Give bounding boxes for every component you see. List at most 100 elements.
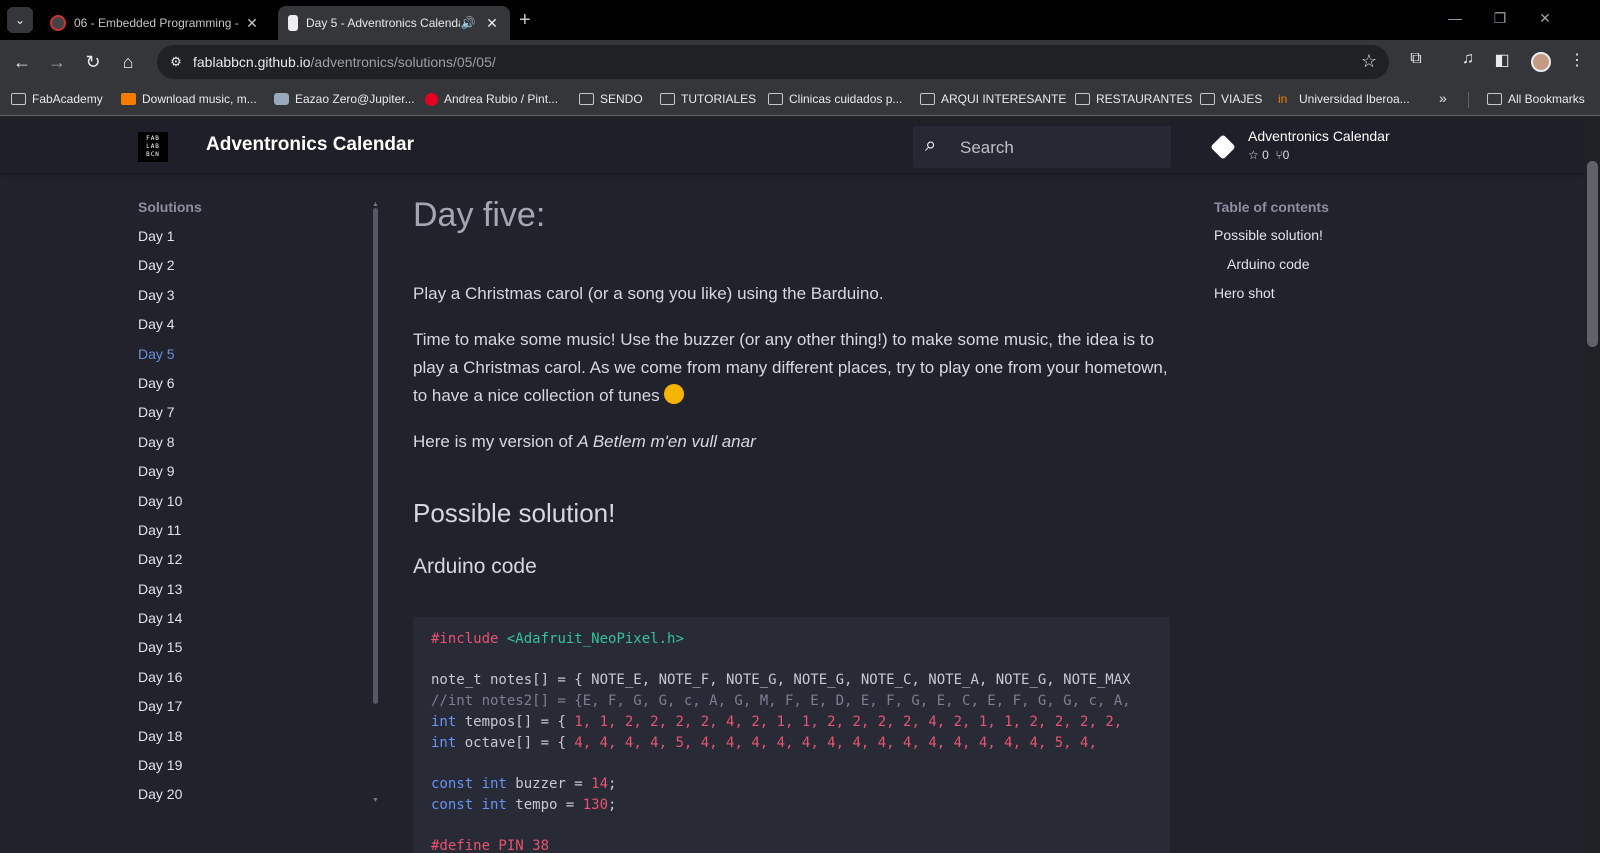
sidebar-item-day-12[interactable]: Day 12 bbox=[138, 550, 368, 579]
sidebar-item-day-6[interactable]: Day 6 bbox=[138, 374, 368, 403]
sidebar-item-day-2[interactable]: Day 2 bbox=[138, 256, 368, 285]
folder-icon bbox=[11, 93, 26, 105]
nav-scroll-up-icon[interactable]: ▲ bbox=[372, 201, 379, 208]
bookmark-clinicas[interactable]: Clinicas cuidados p... bbox=[768, 92, 902, 106]
song-title: A Betlem m'en vull anar bbox=[577, 432, 756, 451]
bookmark-fabacademy[interactable]: FabAcademy bbox=[11, 92, 103, 106]
version-prefix: Here is my version of bbox=[413, 432, 578, 451]
bookmark-viajes[interactable]: VIAJES bbox=[1200, 92, 1262, 106]
bookmark-label: Universidad Iberoa... bbox=[1299, 92, 1410, 106]
bookmark-download-music[interactable]: Download music, m... bbox=[121, 92, 257, 106]
toc-item[interactable]: Arduino code bbox=[1214, 256, 1329, 285]
fork-icon: ⑂ bbox=[1275, 148, 1283, 162]
bookmark-arqui[interactable]: ARQUI INTERESANTE bbox=[920, 92, 1066, 106]
tab-search-button[interactable]: ⌄ bbox=[7, 7, 33, 33]
new-tab-button[interactable]: + bbox=[519, 9, 531, 32]
search-input[interactable]: Search bbox=[960, 138, 1014, 158]
code-block[interactable]: #include <Adafruit_NeoPixel.h> note_t no… bbox=[413, 617, 1170, 853]
forward-icon[interactable]: → bbox=[45, 50, 69, 74]
bookmark-ibero[interactable]: in Universidad Iberoa... bbox=[1278, 92, 1410, 106]
blogger-icon bbox=[121, 93, 136, 105]
sidebar-item-day-3[interactable]: Day 3 bbox=[138, 286, 368, 315]
address-bar[interactable]: ⚙ fablabbcn.github.io/adventronics/solut… bbox=[157, 45, 1389, 79]
bookmark-eazao[interactable]: Eazao Zero@Jupiter... bbox=[274, 92, 415, 106]
close-window-icon[interactable]: ✕ bbox=[1535, 10, 1555, 27]
bookmark-restaurantes[interactable]: RESTAURANTES bbox=[1075, 92, 1192, 106]
code-number: 130 bbox=[582, 796, 609, 813]
bookmark-label: Clinicas cuidados p... bbox=[789, 92, 903, 106]
nav-scrollbar[interactable] bbox=[373, 208, 378, 704]
close-tab-icon[interactable]: ✕ bbox=[484, 15, 500, 32]
bookmark-label: Eazao Zero@Jupiter... bbox=[295, 92, 415, 106]
sidebar-item-day-10[interactable]: Day 10 bbox=[138, 492, 368, 521]
sidebar-item-day-13[interactable]: Day 13 bbox=[138, 580, 368, 609]
sidebar-item-day-19[interactable]: Day 19 bbox=[138, 756, 368, 785]
site-info-icon[interactable]: ⚙ bbox=[167, 53, 185, 71]
code-numbers: 1, 1, 2, 2, 2, 2, 4, 2, 1, 1, 2, 2, 2, 2… bbox=[565, 713, 1123, 730]
restore-icon[interactable]: ❐ bbox=[1490, 10, 1510, 27]
more-bookmarks-icon[interactable]: » bbox=[1439, 90, 1447, 106]
body-text: Time to make some music! Use the buzzer … bbox=[413, 330, 1168, 405]
sidebar-item-day-7[interactable]: Day 7 bbox=[138, 403, 368, 432]
page-scrollbar[interactable] bbox=[1585, 121, 1600, 853]
sidebar-item-day-5[interactable]: Day 5 bbox=[138, 345, 368, 374]
folder-icon bbox=[1200, 93, 1215, 105]
close-tab-icon[interactable]: ✕ bbox=[244, 15, 260, 32]
code-token: <Adafruit_NeoPixel.h> bbox=[506, 631, 684, 647]
back-icon[interactable]: ← bbox=[10, 50, 34, 74]
folder-icon bbox=[920, 93, 935, 105]
profile-avatar[interactable] bbox=[1531, 52, 1551, 72]
bookmark-label: Andrea Rubio / Pint... bbox=[444, 92, 559, 106]
repo-name: Adventronics Calendar bbox=[1248, 128, 1390, 144]
site-title[interactable]: Adventronics Calendar bbox=[206, 134, 414, 156]
sidebar-item-day-8[interactable]: Day 8 bbox=[138, 433, 368, 462]
speaker-icon[interactable]: 🔊 bbox=[460, 16, 476, 30]
browser-toolbar: ← → ↻ ⌂ ⚙ fablabbcn.github.io/adventroni… bbox=[0, 40, 1600, 84]
sidebar-item-day-17[interactable]: Day 17 bbox=[138, 697, 368, 726]
bookmark-label: ARQUI INTERESANTE bbox=[941, 92, 1067, 106]
page-title: Day five: bbox=[413, 196, 546, 234]
heading-possible-solution: Possible solution! bbox=[413, 498, 616, 528]
sidebar-item-day-16[interactable]: Day 16 bbox=[138, 668, 368, 697]
toc-item[interactable]: Hero shot bbox=[1214, 285, 1329, 314]
logo-line: LAB bbox=[146, 143, 160, 150]
sidebar-item-day-18[interactable]: Day 18 bbox=[138, 727, 368, 756]
bookmark-pinterest[interactable]: Andrea Rubio / Pint... bbox=[425, 92, 558, 106]
sidebar-item-day-9[interactable]: Day 9 bbox=[138, 462, 368, 491]
scrollbar-thumb[interactable] bbox=[1587, 161, 1598, 347]
menu-icon[interactable]: ⋮ bbox=[1565, 50, 1589, 70]
sidebar-item-day-4[interactable]: Day 4 bbox=[138, 315, 368, 344]
bookmark-star-icon[interactable]: ☆ bbox=[1361, 51, 1377, 72]
home-icon[interactable]: ⌂ bbox=[116, 50, 140, 74]
sidebar-item-day-20[interactable]: Day 20 bbox=[138, 785, 368, 814]
folder-icon bbox=[1075, 93, 1090, 105]
folder-icon bbox=[660, 93, 675, 105]
media-control-icon[interactable]: ♫ bbox=[1456, 50, 1480, 68]
bookmark-sendo[interactable]: SENDO bbox=[579, 92, 643, 106]
bookmark-label: SENDO bbox=[600, 92, 643, 106]
logo-line: BCN bbox=[146, 151, 160, 158]
reload-icon[interactable]: ↻ bbox=[81, 50, 105, 74]
bookmark-all[interactable]: All Bookmarks bbox=[1487, 92, 1585, 106]
fabacademy-favicon-icon bbox=[50, 15, 66, 31]
code-token: tempos[] = { bbox=[464, 713, 566, 730]
url-text[interactable]: fablabbcn.github.io/adventronics/solutio… bbox=[193, 54, 496, 70]
sidebar-item-day-1[interactable]: Day 1 bbox=[138, 227, 368, 256]
fablab-logo[interactable]: FAB LAB BCN bbox=[138, 132, 168, 162]
bookmark-label: All Bookmarks bbox=[1508, 92, 1585, 106]
sidebar-item-day-11[interactable]: Day 11 bbox=[138, 521, 368, 550]
browser-tab-day5[interactable]: Day 5 - Adventronics Calendar 🔊 ✕ bbox=[278, 6, 510, 40]
toc-item[interactable]: Possible solution! bbox=[1214, 227, 1329, 256]
browser-tab-embedded[interactable]: 06 - Embedded Programming - ✕ bbox=[40, 6, 270, 40]
extensions-icon[interactable]: ⧉ bbox=[1404, 50, 1428, 68]
page-viewport: FAB LAB BCN Adventronics Calendar ⌕ Sear… bbox=[0, 121, 1585, 853]
minimize-icon[interactable]: — bbox=[1445, 10, 1465, 26]
sidebar-item-day-15[interactable]: Day 15 bbox=[138, 638, 368, 667]
nav-scroll-down-icon[interactable]: ▼ bbox=[372, 797, 379, 804]
tab-title: 06 - Embedded Programming - bbox=[74, 16, 239, 30]
search-box[interactable]: ⌕ Search bbox=[913, 126, 1171, 168]
side-panel-icon[interactable]: ◧ bbox=[1490, 50, 1514, 70]
hex-icon bbox=[274, 93, 289, 105]
bookmark-tutoriales[interactable]: TUTORIALES bbox=[660, 92, 756, 106]
sidebar-item-day-14[interactable]: Day 14 bbox=[138, 609, 368, 638]
